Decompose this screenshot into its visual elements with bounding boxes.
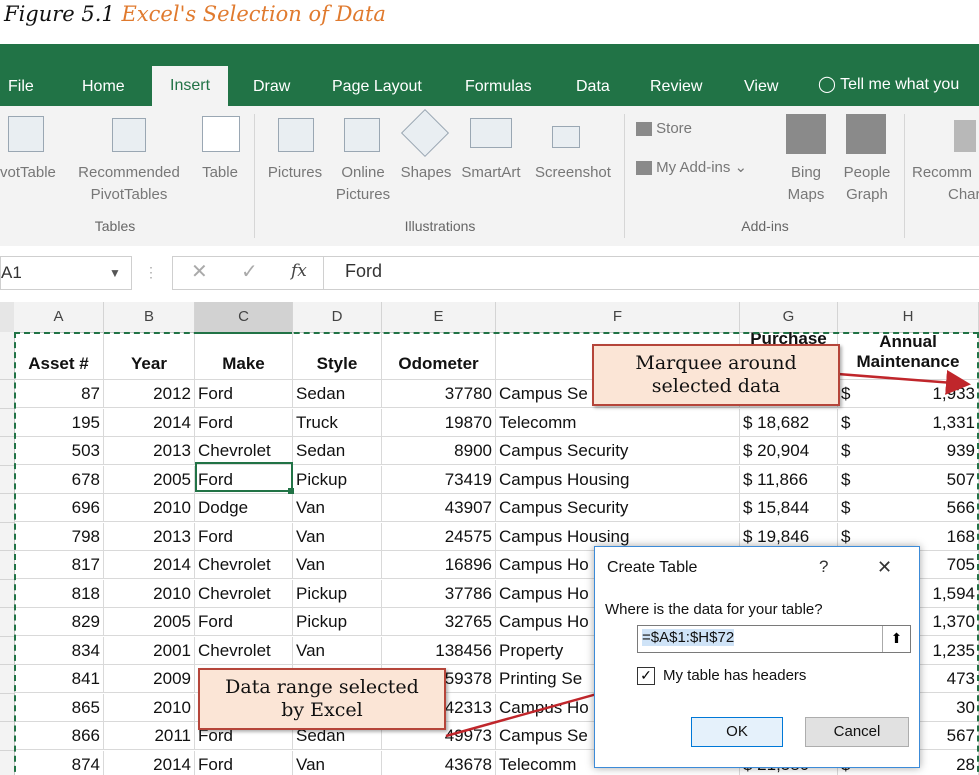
create-table-dialog: Create Table ? ✕ Where is the data for y… [594, 546, 920, 768]
marquee-callout-line1: Marquee around [635, 352, 797, 374]
range-prompt: Where is the data for your table? [605, 601, 823, 618]
close-icon[interactable]: ✕ [877, 557, 892, 578]
marquee-callout: Marquee around selected data [592, 344, 840, 406]
dialog-title: Create Table [607, 559, 698, 576]
headers-checkbox[interactable]: ✓ [637, 667, 655, 685]
range-input[interactable]: =$A$1:$H$72 ⬆ [637, 625, 911, 653]
collapse-dialog-icon[interactable]: ⬆ [882, 626, 910, 652]
range-callout: Data range selected by Excel [198, 668, 446, 730]
marquee-callout-line2: selected data [651, 375, 781, 397]
caption-prefix: Figure 5.1 [4, 2, 115, 26]
figure-caption: Figure 5.1 Excel's Selection of Data [4, 2, 386, 26]
range-callout-line2: by Excel [281, 699, 363, 721]
help-icon[interactable]: ? [819, 557, 828, 577]
caption-title: Excel's Selection of Data [121, 2, 386, 26]
range-callout-line1: Data range selected [225, 676, 419, 698]
ok-button[interactable]: OK [691, 717, 783, 747]
cancel-button[interactable]: Cancel [805, 717, 909, 747]
marquee-arrow [837, 369, 971, 395]
range-input-value: =$A$1:$H$72 [642, 629, 735, 646]
headers-checkbox-label[interactable]: My table has headers [663, 667, 806, 684]
